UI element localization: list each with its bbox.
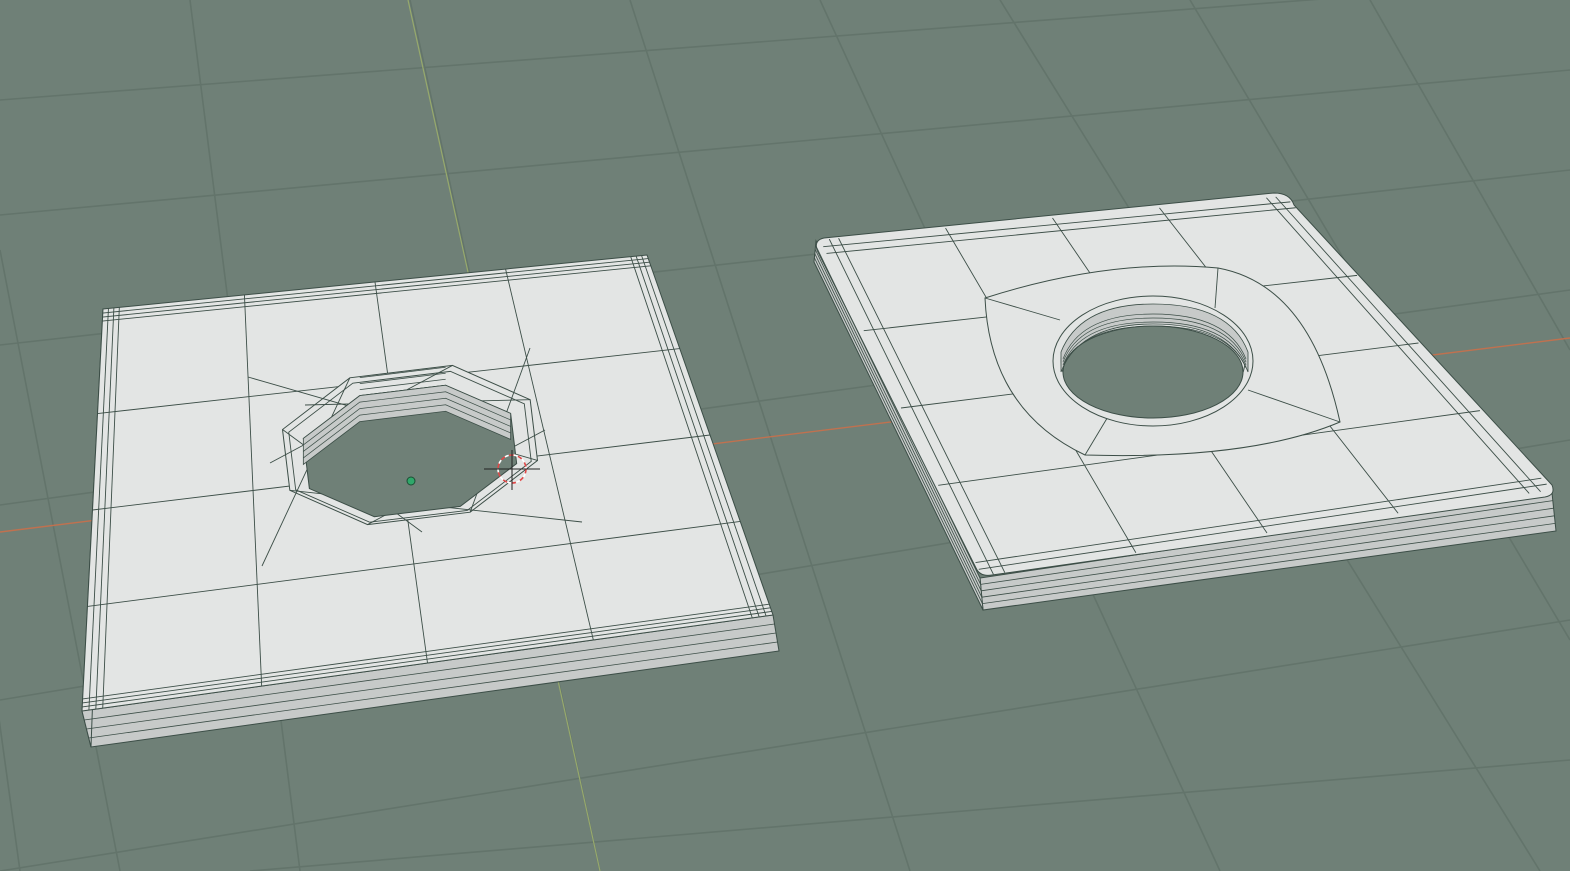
- plate-octagon-hole[interactable]: [81, 254, 780, 748]
- smooth-hole: [1062, 325, 1244, 419]
- grid-line: [0, 0, 1319, 101]
- 3d-viewport[interactable]: [0, 0, 1570, 871]
- grid-line: [0, 719, 21, 871]
- grid-line: [0, 69, 1570, 216]
- grid-line: [1369, 0, 1570, 351]
- grid-line: [249, 759, 1570, 871]
- origin-point[interactable]: [406, 476, 416, 486]
